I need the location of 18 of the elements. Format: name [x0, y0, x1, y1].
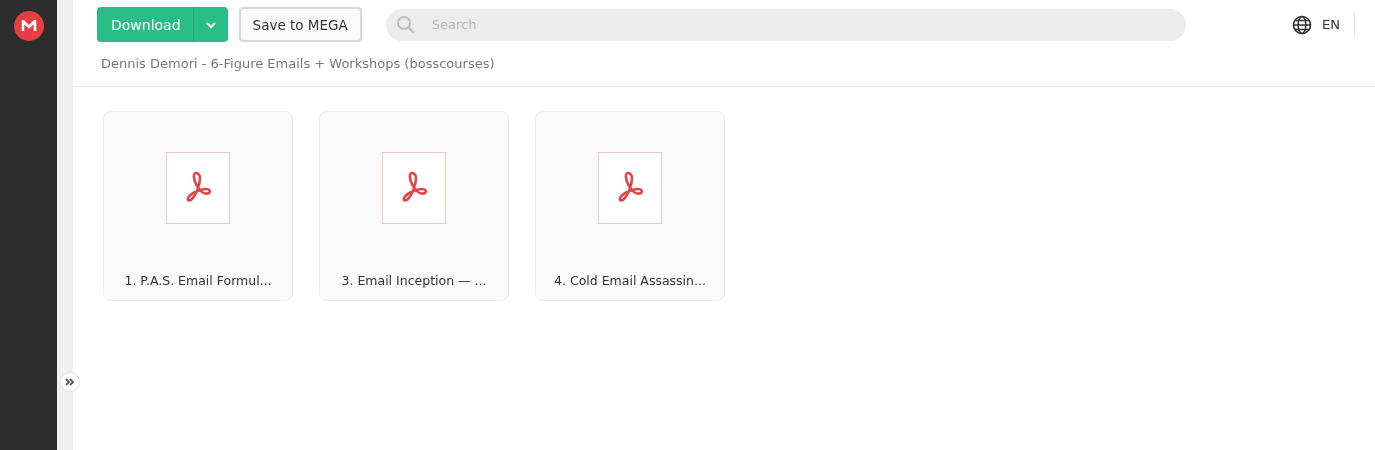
search-icon — [395, 14, 416, 35]
save-button[interactable]: Save to MEGA — [238, 7, 362, 42]
double-chevron-icon — [65, 378, 75, 386]
pdf-icon — [382, 152, 446, 224]
file-card[interactable]: 1. P.A.S. Email Formul... — [103, 111, 293, 301]
pdf-icon — [598, 152, 662, 224]
file-name: 3. Email Inception — ... — [341, 273, 487, 288]
breadcrumb[interactable]: Dennis Demori - 6-Figure Emails + Workshops (bosscourses) — [101, 56, 495, 71]
file-card[interactable]: 4. Cold Email Assassin... — [535, 111, 725, 301]
expand-sidebar-button[interactable] — [60, 372, 80, 392]
file-name: 1. P.A.S. Email Formul... — [124, 273, 272, 288]
mega-logo-icon[interactable] — [13, 11, 44, 41]
file-card[interactable]: 3. Email Inception — ... — [319, 111, 509, 301]
caret-icon — [204, 20, 217, 29]
pdf-icon — [166, 152, 230, 224]
globe-icon — [1292, 14, 1313, 35]
language-button[interactable]: EN — [1292, 11, 1355, 38]
file-name: 4. Cold Email Assassin... — [554, 273, 706, 288]
